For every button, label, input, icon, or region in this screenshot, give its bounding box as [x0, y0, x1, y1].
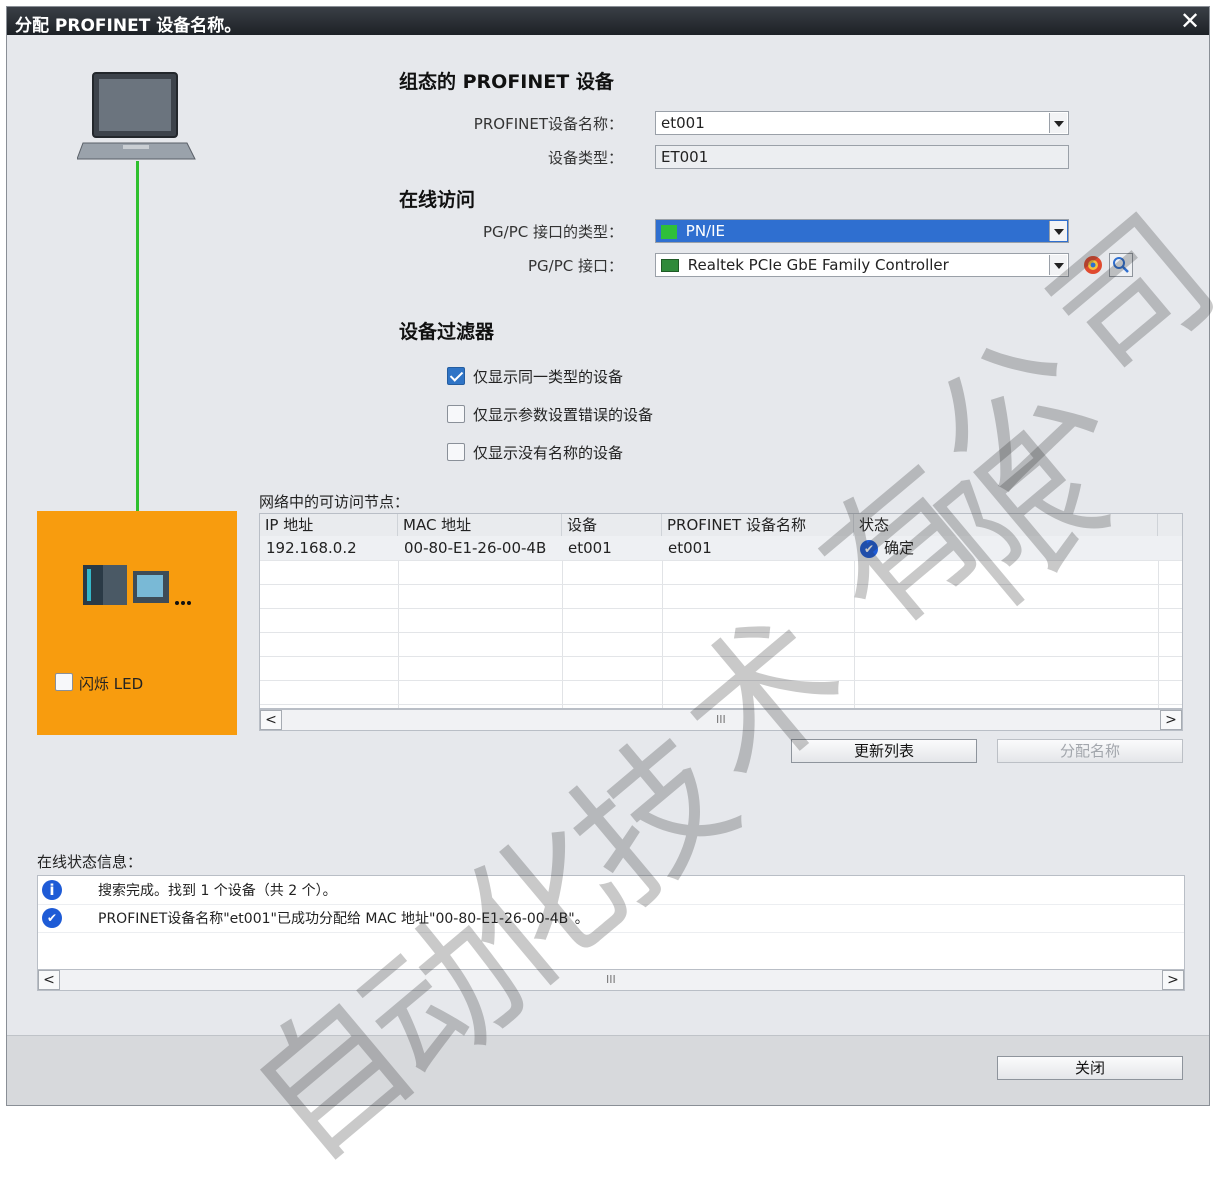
table-row — [260, 680, 1182, 705]
filter-no-name-label: 仅显示没有名称的设备 — [473, 444, 624, 462]
status-message-text: PROFINET设备名称"et001"已成功分配给 MAC 地址"00-80-E… — [98, 911, 589, 927]
chevron-down-icon[interactable] — [1049, 113, 1067, 133]
device-name-dropdown[interactable]: et001 — [655, 111, 1069, 135]
close-icon[interactable]: ✕ — [1177, 8, 1203, 34]
device-name-label: PROFINET设备名称： — [473, 115, 623, 133]
flash-led-checkbox[interactable] — [55, 673, 73, 691]
nodes-hscrollbar[interactable]: < III > — [259, 709, 1183, 731]
pnie-icon — [661, 224, 677, 239]
device-type-label: 设备类型： — [547, 149, 623, 167]
dialog-body: 闪烁 LED 组态的 PROFINET 设备 PROFINET设备名称： et0… — [7, 35, 1209, 1035]
col-device[interactable]: 设备 — [562, 514, 662, 536]
flash-led-label: 闪烁 LED — [79, 675, 144, 693]
table-row — [260, 560, 1182, 585]
nodes-table: IP 地址 MAC 地址 设备 PROFINET 设备名称 状态 192.168… — [259, 513, 1183, 709]
iface-label: PG/PC 接口： — [527, 257, 623, 275]
device-filter-heading: 设备过滤器 — [399, 321, 495, 343]
dialog-title: 分配 PROFINET 设备名称。 — [15, 16, 242, 36]
scroll-right-icon[interactable]: > — [1162, 970, 1184, 990]
list-item: ✔ PROFINET设备名称"et001"已成功分配给 MAC 地址"00-80… — [38, 904, 1184, 933]
nodes-heading: 网络中的可访问节点： — [259, 493, 410, 511]
col-pn-name[interactable]: PROFINET 设备名称 — [662, 514, 854, 536]
connection-status-icon[interactable] — [1081, 253, 1105, 277]
scroll-grip[interactable]: III — [716, 713, 726, 726]
scroll-grip[interactable]: III — [606, 973, 616, 986]
ok-icon: ✔ — [860, 539, 878, 558]
status-value: 确定 — [884, 539, 915, 557]
col-ip[interactable]: IP 地址 — [260, 514, 398, 536]
scroll-left-icon[interactable]: < — [260, 710, 282, 730]
table-row[interactable]: 192.168.0.2 00-80-E1-26-00-4B et001 et00… — [260, 536, 1182, 561]
filter-same-type-label: 仅显示同一类型的设备 — [473, 368, 624, 386]
table-row — [260, 632, 1182, 657]
device-type-field: ET001 — [655, 145, 1069, 169]
table-row — [260, 584, 1182, 609]
col-mac[interactable]: MAC 地址 — [398, 514, 562, 536]
device-type-value: ET001 — [661, 148, 709, 166]
table-row — [260, 608, 1182, 633]
table-row — [260, 656, 1182, 681]
list-item: i 搜索完成。找到 1 个设备（共 2 个）。 — [38, 876, 1184, 905]
device-name-value: et001 — [661, 114, 705, 132]
update-list-button[interactable]: 更新列表 — [791, 739, 977, 763]
iface-type-value: PN/IE — [685, 222, 726, 240]
status-heading: 在线状态信息： — [37, 853, 143, 871]
assign-name-button[interactable]: 分配名称 — [997, 739, 1183, 763]
cell-ip: 192.168.0.2 — [266, 539, 357, 557]
iface-type-label: PG/PC 接口的类型： — [482, 223, 623, 241]
col-filler — [1158, 514, 1182, 536]
status-message-text: 搜索完成。找到 1 个设备（共 2 个）。 — [98, 883, 337, 899]
configured-device-heading: 组态的 PROFINET 设备 — [399, 71, 614, 93]
iface-value: Realtek PCIe GbE Family Controller — [687, 256, 949, 274]
filter-bad-params-label: 仅显示参数设置错误的设备 — [473, 406, 654, 424]
info-icon: i — [42, 880, 62, 900]
device-panel: 闪烁 LED — [37, 511, 237, 735]
chevron-down-icon[interactable] — [1049, 221, 1067, 241]
scroll-left-icon[interactable]: < — [38, 970, 60, 990]
iface-type-dropdown[interactable]: PN/IE — [655, 219, 1069, 243]
cell-device: et001 — [568, 539, 612, 557]
cell-pn-name: et001 — [668, 539, 712, 557]
col-status[interactable]: 状态 — [854, 514, 1158, 536]
et-device-icon — [83, 565, 191, 605]
filter-no-name-checkbox[interactable] — [447, 443, 465, 461]
dialog-footer: 关闭 — [7, 1035, 1209, 1105]
title-bar: 分配 PROFINET 设备名称。 ✕ — [7, 7, 1209, 36]
cell-status: ✔ 确定 — [854, 536, 914, 560]
pg-laptop-icon — [77, 72, 196, 160]
network-card-icon — [661, 259, 679, 272]
iface-dropdown[interactable]: Realtek PCIe GbE Family Controller — [655, 253, 1069, 277]
filter-bad-params-checkbox[interactable] — [447, 405, 465, 423]
search-icon[interactable] — [1109, 253, 1133, 277]
scroll-right-icon[interactable]: > — [1160, 710, 1182, 730]
ok-icon: ✔ — [42, 908, 62, 928]
chevron-down-icon[interactable] — [1049, 255, 1067, 275]
cell-mac: 00-80-E1-26-00-4B — [404, 539, 547, 557]
close-button[interactable]: 关闭 — [997, 1056, 1183, 1080]
filter-same-type-checkbox[interactable] — [447, 367, 465, 385]
status-hscrollbar[interactable]: < III > — [37, 969, 1185, 991]
assign-name-dialog: 分配 PROFINET 设备名称。 ✕ 闪烁 LED 组态的 PROFINET … — [6, 6, 1210, 1106]
online-access-heading: 在线访问 — [399, 189, 476, 211]
